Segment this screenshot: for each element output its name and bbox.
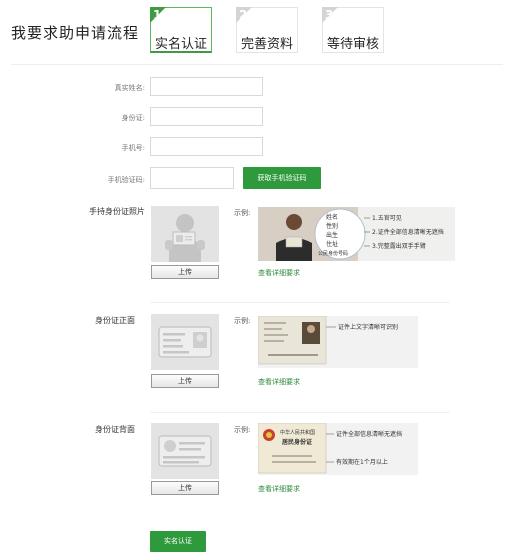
- card-title-text: 居民身份证: [282, 438, 312, 446]
- step-label: 等待审核: [326, 37, 379, 52]
- id-label: 身份证:: [121, 114, 145, 122]
- example-label: 示例:: [234, 426, 251, 434]
- example-label: 示例:: [234, 209, 251, 217]
- step-label: 实名认证: [154, 37, 207, 52]
- phone-label: 手机号:: [121, 144, 145, 152]
- section-label: 身份证背面: [95, 425, 135, 434]
- view-requirements-link[interactable]: 查看详细要求: [258, 268, 300, 278]
- page-title: 我要求助申请流程: [11, 24, 140, 42]
- example-note-1: 1.五官可见: [372, 214, 402, 222]
- upload-id-front-button[interactable]: 上传: [151, 374, 219, 388]
- view-requirements-link[interactable]: 查看详细要求: [258, 377, 300, 387]
- card-country-text: 中华人民共和国: [280, 429, 315, 436]
- phone-input[interactable]: [150, 137, 263, 156]
- name-label: 真实姓名:: [114, 84, 145, 92]
- id-number-input[interactable]: [150, 107, 263, 126]
- step-number: 1: [150, 7, 166, 23]
- card-field-gender: 性别: [326, 222, 338, 230]
- card-field-id-number: 公民身份号码: [318, 250, 348, 257]
- section-divider: [150, 302, 450, 303]
- id-back-placeholder: [151, 423, 219, 479]
- view-requirements-link[interactable]: 查看详细要求: [258, 484, 300, 494]
- section-label: 手持身份证照片: [89, 207, 145, 216]
- submit-real-name-button[interactable]: 实名认证: [150, 531, 206, 552]
- handheld-photo-placeholder: [151, 206, 219, 262]
- step-number: 2: [236, 7, 252, 23]
- person-with-card-icon: [165, 214, 205, 262]
- handheld-example-image: 姓名 性别 出生 住址 公民身份号码 1.五官可见 2.证件全部信息清晰无遮挡 …: [258, 207, 455, 265]
- id-card-back-icon: [158, 435, 212, 467]
- example-note-2: 有效期在1个月以上: [336, 458, 388, 466]
- example-note-3: 3.完整露出双手手臂: [372, 242, 426, 250]
- code-label: 手机验证码:: [107, 176, 145, 184]
- id-card-front-icon: [158, 326, 212, 358]
- step-1-real-name: 1 实名认证: [150, 7, 212, 53]
- id-back-example-image: 中华人民共和国 居民身份证 证件全部信息清晰无遮挡 有效期在1个月以上: [257, 422, 418, 479]
- get-code-button[interactable]: 获取手机验证码: [243, 167, 321, 189]
- upload-id-back-button[interactable]: 上传: [151, 481, 219, 495]
- id-front-placeholder: [151, 314, 219, 370]
- section-label: 身份证正面: [95, 316, 135, 325]
- header-divider: [11, 64, 503, 65]
- card-field-name: 姓名: [326, 213, 338, 221]
- real-name-input[interactable]: [150, 77, 263, 96]
- step-number: 3: [322, 7, 338, 23]
- id-front-example-image: 证件上文字清晰可识别: [257, 315, 418, 372]
- card-field-birth: 出生: [326, 231, 338, 239]
- example-note-1: 证件上文字清晰可识别: [338, 323, 398, 331]
- upload-handheld-button[interactable]: 上传: [151, 265, 219, 279]
- step-label: 完善资料: [240, 37, 293, 52]
- sms-code-input[interactable]: [150, 167, 234, 189]
- example-label: 示例:: [234, 317, 251, 325]
- step-2-complete-info: 2 完善资料: [236, 7, 298, 53]
- card-field-address: 住址: [326, 240, 338, 248]
- section-divider: [150, 412, 450, 413]
- example-note-2: 2.证件全部信息清晰无遮挡: [372, 228, 444, 236]
- step-3-await-review: 3 等待审核: [322, 7, 384, 53]
- example-note-1: 证件全部信息清晰无遮挡: [336, 430, 402, 438]
